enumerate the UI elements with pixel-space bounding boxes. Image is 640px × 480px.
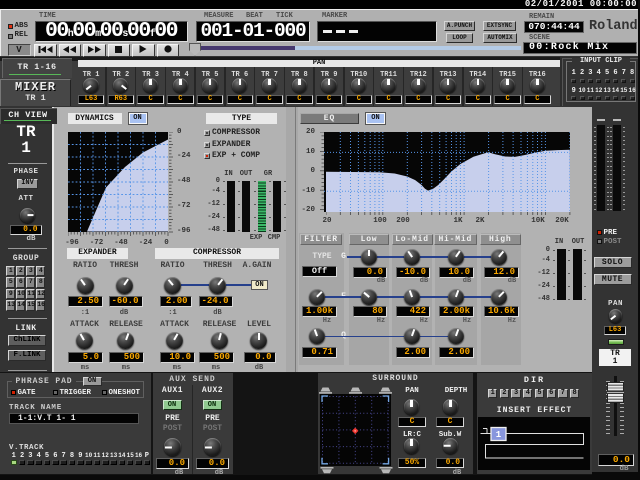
- svg-text:1: 1: [496, 430, 502, 440]
